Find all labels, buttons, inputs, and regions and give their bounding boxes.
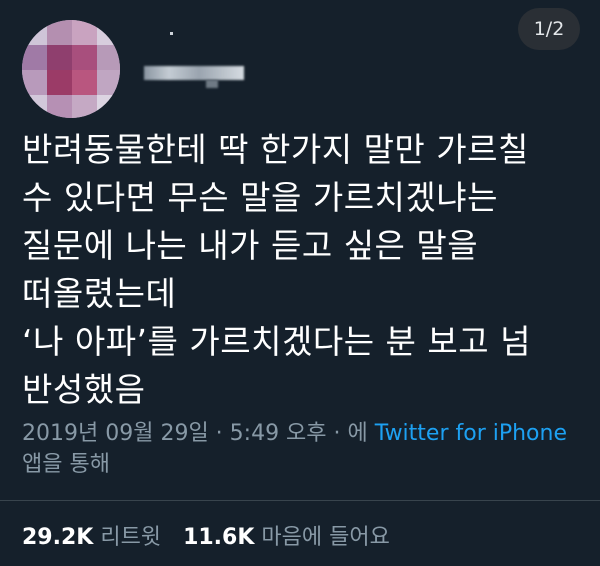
censored-display-name[interactable] [144, 66, 244, 80]
tweet-detail-screen: 1/2 반려동물한테 딱 한가지 말만 가르칠 수 있다면 무슨 말을 가르치겠… [0, 0, 600, 566]
tweet-text: 반려동물한테 딱 한가지 말만 가르칠 수 있다면 무슨 말을 가르치겠냐는 질… [22, 126, 582, 414]
tweet-line: ‘나 아파’를 가르치겠다는 분 보고 넘 [22, 322, 531, 361]
tweet-timestamp[interactable]: 2019년 09월 29일 · 5:49 오후 · 에 [22, 421, 368, 446]
image-counter-badge: 1/2 [518, 8, 580, 50]
source-via-label: 앱을 통해 [22, 452, 110, 477]
likes-label: 마음에 들어요 [261, 525, 390, 550]
avatar[interactable] [22, 20, 120, 118]
likes-count: 11.6K [183, 525, 255, 550]
divider [0, 500, 600, 501]
censored-name-mark [170, 32, 173, 35]
tweet-metadata: 2019년 09월 29일 · 5:49 오후 · 에 Twitter for … [22, 418, 592, 480]
retweets-label: 리트윗 [100, 525, 162, 550]
tweet-line: 반려동물한테 딱 한가지 말만 가르칠 [22, 130, 529, 169]
source-app-link[interactable]: Twitter for iPhone [375, 421, 567, 446]
tweet-line: 반성했음 [22, 370, 146, 409]
tweet-line: 질문에 나는 내가 듣고 싶은 말을 [22, 226, 479, 265]
retweets-stat[interactable]: 29.2K 리트윗 [22, 525, 161, 550]
image-counter-text: 1/2 [533, 18, 565, 40]
retweets-count: 29.2K [22, 525, 94, 550]
tweet-line: 떠올렸는데 [22, 274, 177, 313]
likes-stat[interactable]: 11.6K 마음에 들어요 [183, 525, 390, 550]
engagement-stats: 29.2K 리트윗 11.6K 마음에 들어요 [22, 523, 390, 553]
censored-handle [206, 80, 218, 88]
tweet-line: 수 있다면 무슨 말을 가르치겠냐는 [22, 178, 498, 217]
